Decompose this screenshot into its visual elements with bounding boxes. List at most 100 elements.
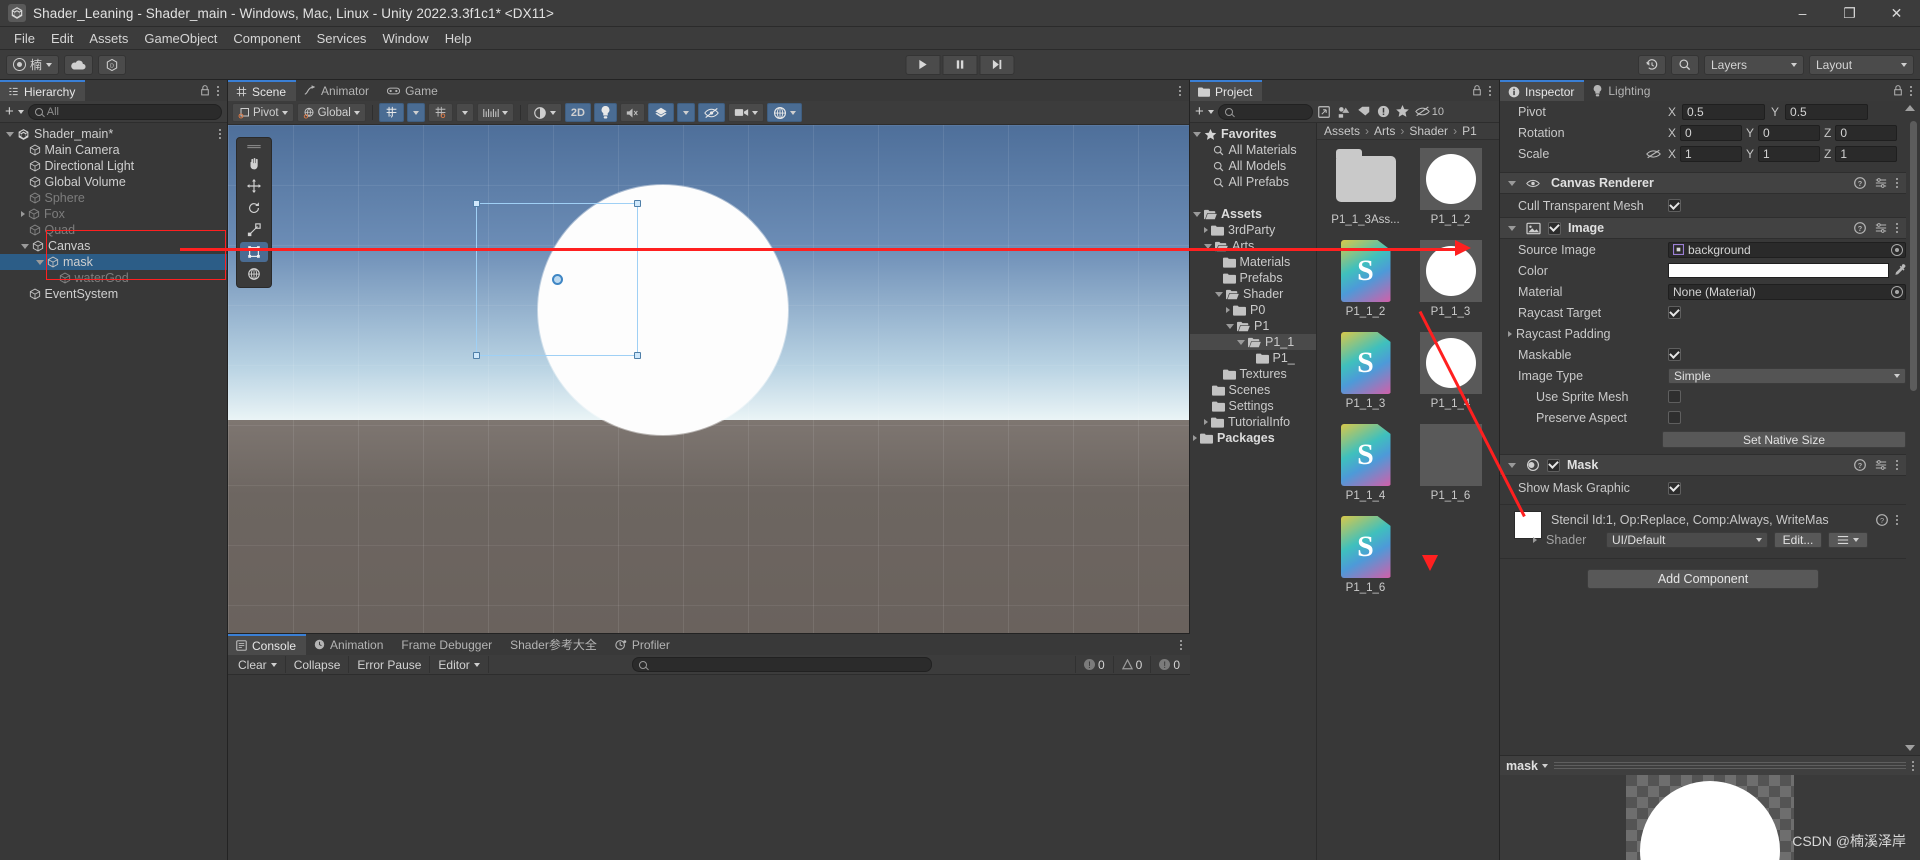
hierarchy-search-input[interactable]: All [27, 103, 222, 120]
component-menu-icon[interactable] [1896, 460, 1898, 470]
mask-component-header[interactable]: Mask ? [1500, 454, 1906, 476]
tab-hierarchy[interactable]: Hierarchy [0, 80, 86, 101]
project-tree-item-shader[interactable]: Shader [1190, 286, 1316, 302]
hierarchy-item-directionallight[interactable]: Directional Light [0, 158, 227, 174]
menu-assets[interactable]: Assets [81, 29, 136, 48]
grid-visibility-toggle[interactable] [427, 103, 453, 122]
pivot-y-input[interactable]: 0.5 [1785, 103, 1869, 120]
transform-tool-button[interactable] [240, 264, 268, 284]
layers-dropdown[interactable]: Layers [1704, 54, 1804, 75]
hierarchy-item-maincamera[interactable]: Main Camera [0, 142, 227, 158]
tab-inspector[interactable]: Inspector [1500, 80, 1585, 101]
close-button[interactable]: ✕ [1873, 0, 1920, 26]
move-tool-button[interactable] [240, 176, 268, 196]
preset-icon[interactable] [1875, 459, 1887, 471]
hierarchy-item-globalvolume[interactable]: Global Volume [0, 174, 227, 190]
scene-render[interactable] [228, 125, 1189, 633]
mask-enabled-checkbox[interactable] [1547, 458, 1560, 472]
asset-item[interactable]: P1_1_3 [1412, 240, 1489, 318]
material-field[interactable]: None (Material) [1668, 283, 1906, 300]
tab-shader[interactable]: Shader参考大全 [502, 634, 607, 655]
help-icon[interactable]: ? [1854, 177, 1866, 189]
project-tree-item-materials[interactable]: Materials [1190, 254, 1316, 270]
hidden-assets-counter[interactable]: 10 [1414, 106, 1444, 118]
chevron-down-icon[interactable] [1207, 109, 1214, 114]
project-tree-item-arts[interactable]: Arts [1190, 238, 1316, 254]
console-search-input[interactable] [631, 657, 932, 672]
image-type-dropdown[interactable]: Simple [1668, 367, 1906, 384]
global-toggle-button[interactable]: Global [296, 103, 366, 122]
chevron-down-icon[interactable] [1237, 339, 1245, 345]
project-tree-item-textures[interactable]: Textures [1190, 366, 1316, 382]
audio-toggle-button[interactable] [619, 103, 645, 122]
color-swatch[interactable] [1668, 263, 1889, 278]
error-count-badge[interactable]: ! 0 [1150, 656, 1188, 673]
asset-item[interactable]: S P1_1_3 [1327, 332, 1404, 410]
project-tree-item-p1_[interactable]: P1_ [1190, 350, 1316, 366]
scroll-up-icon[interactable] [1905, 105, 1915, 111]
account-button[interactable]: 楠 [6, 54, 60, 75]
component-menu-icon[interactable] [1896, 178, 1898, 188]
warning-count-badge[interactable]: 0 [1112, 656, 1151, 673]
chevron-down-icon[interactable] [1215, 291, 1223, 297]
image-enabled-checkbox[interactable] [1548, 221, 1561, 235]
project-tree-item-tutorialinfo[interactable]: TutorialInfo [1190, 414, 1316, 430]
asset-item[interactable]: P1_1_3Ass... [1327, 148, 1404, 226]
raycast-padding-row[interactable]: Raycast Padding [1500, 323, 1906, 344]
project-tree-item-p0[interactable]: P0 [1190, 302, 1316, 318]
preview-menu-icon[interactable] [1912, 760, 1914, 771]
material-menu-icon[interactable] [1896, 515, 1898, 525]
lighting-toggle-button[interactable] [593, 103, 617, 122]
show-mask-graphic-checkbox[interactable] [1668, 481, 1681, 495]
tab-lighting[interactable]: Lighting [1584, 80, 1661, 101]
hierarchy-item-eventsystem[interactable]: EventSystem [0, 286, 227, 302]
scale-tool-button[interactable] [240, 220, 268, 240]
tab-animation[interactable]: Animation [306, 634, 394, 655]
add-component-button[interactable]: Add Component [1587, 569, 1819, 589]
chevron-right-icon[interactable] [1193, 435, 1197, 441]
chevron-down-icon[interactable] [6, 131, 14, 137]
project-tree-item-favorites[interactable]: Favorites [1190, 126, 1316, 142]
hierarchy-menu-icon[interactable] [217, 85, 219, 96]
rotation-x-input[interactable]: 0 [1680, 124, 1743, 141]
menu-edit[interactable]: Edit [43, 29, 81, 48]
effects-toggle-button[interactable] [647, 103, 674, 122]
scene-camera-button[interactable] [727, 103, 764, 122]
scale-z-input[interactable]: 1 [1835, 145, 1898, 162]
scale-x-input[interactable]: 1 [1680, 145, 1743, 162]
chevron-down-icon[interactable] [1226, 323, 1234, 329]
project-tree-item-prefabs[interactable]: Prefabs [1190, 270, 1316, 286]
layout-dropdown[interactable]: Layout [1809, 54, 1914, 75]
scene-menu-icon[interactable] [219, 129, 227, 139]
chevron-down-icon[interactable] [1193, 211, 1201, 217]
clear-button[interactable]: Clear [230, 656, 286, 673]
scene-viewport[interactable] [228, 125, 1189, 633]
scene-menu-icon[interactable] [1179, 85, 1181, 96]
asset-item[interactable]: P1_1_6 [1412, 424, 1489, 502]
hierarchy-item-shadermain[interactable]: Shader_main* [0, 126, 227, 142]
console-menu-icon[interactable] [1180, 639, 1182, 650]
menu-window[interactable]: Window [374, 29, 436, 48]
chevron-down-icon[interactable] [1508, 225, 1516, 231]
shader-options-button[interactable] [1828, 532, 1868, 548]
tab-animator[interactable]: Animator [296, 80, 380, 101]
hierarchy-item-watergod[interactable]: waterGod [0, 270, 227, 286]
hierarchy-item-mask[interactable]: mask [0, 254, 227, 270]
help-icon[interactable]: ? [1876, 514, 1888, 526]
chevron-down-icon[interactable] [1508, 180, 1516, 186]
create-asset-button[interactable]: + [1195, 104, 1204, 119]
pivot-x-input[interactable]: 0.5 [1682, 103, 1766, 120]
preserve-aspect-checkbox[interactable] [1668, 411, 1681, 424]
tab-scene[interactable]: Scene [228, 80, 297, 101]
packages-filter-icon[interactable] [1317, 105, 1331, 119]
eyedropper-icon[interactable] [1893, 264, 1906, 277]
raycast-target-checkbox[interactable] [1668, 306, 1681, 319]
project-tree-item-p1_1[interactable]: P1_1 [1190, 334, 1316, 350]
effects-dropdown[interactable] [676, 103, 695, 122]
snap-increment-button[interactable] [476, 103, 514, 122]
project-tree-item-allmaterials[interactable]: All Materials [1190, 142, 1316, 158]
hierarchy-item-canvas[interactable]: Canvas [0, 238, 227, 254]
chevron-down-icon[interactable] [17, 109, 24, 114]
chevron-down-icon[interactable] [1193, 131, 1201, 137]
chevron-right-icon[interactable] [21, 211, 25, 217]
